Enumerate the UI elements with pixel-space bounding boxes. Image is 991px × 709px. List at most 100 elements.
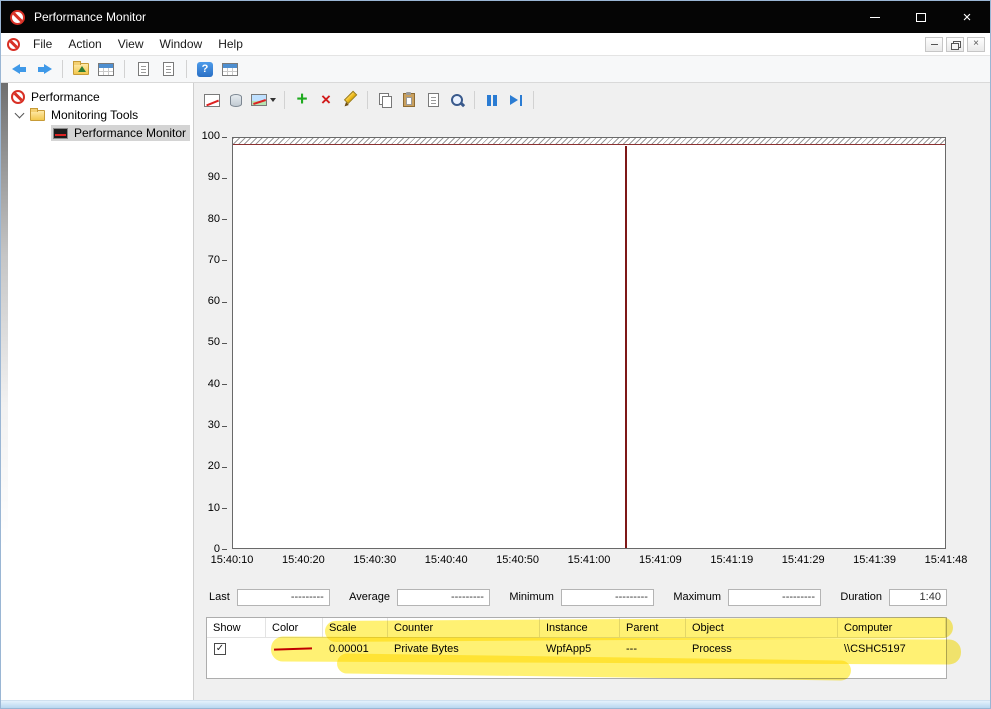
toolbar-separator xyxy=(62,60,63,78)
x-tick: 15:41:00 xyxy=(567,554,611,566)
properties-button[interactable] xyxy=(159,59,177,79)
help-button[interactable]: ? xyxy=(196,59,214,79)
window-title: Performance Monitor xyxy=(34,10,147,24)
menu-window[interactable]: Window xyxy=(152,34,211,54)
legend-col-parent[interactable]: Parent xyxy=(620,618,686,637)
delete-icon: × xyxy=(321,90,331,109)
log-data-icon xyxy=(230,93,242,107)
minimize-icon xyxy=(870,16,880,18)
last-value: --------- xyxy=(236,588,330,606)
close-button[interactable]: × xyxy=(944,1,990,33)
menubar: File Action View Window Help × xyxy=(1,33,990,56)
mdi-restore-button[interactable] xyxy=(946,36,964,52)
mdi-minimize-button[interactable] xyxy=(925,36,943,52)
toolbar-separator xyxy=(124,60,125,78)
mdi-close-icon: × xyxy=(973,38,979,49)
export-list-button[interactable] xyxy=(134,59,152,79)
copy-properties-button[interactable] xyxy=(376,90,394,110)
forward-button[interactable] xyxy=(35,59,53,79)
x-tick: 15:40:30 xyxy=(353,554,397,566)
add-counter-button[interactable]: + xyxy=(293,90,311,110)
legend-header: Show Color Scale Counter Instance Parent… xyxy=(207,618,946,638)
panel-edge-shadow xyxy=(1,83,8,700)
x-tick: 15:40:10 xyxy=(210,554,254,566)
up-one-level-button[interactable] xyxy=(72,59,90,79)
mdi-minimize-icon xyxy=(930,43,938,45)
chart-y-axis: 100 90 80 70 60 50 40 30 20 10 0 xyxy=(195,130,228,556)
close-icon: × xyxy=(962,8,972,26)
minimize-button[interactable] xyxy=(852,1,898,33)
properties-icon xyxy=(427,93,439,107)
show-hide-console-tree-button[interactable] xyxy=(97,59,115,79)
y-tick: 20 xyxy=(208,460,228,473)
legend-col-computer[interactable]: Computer xyxy=(838,618,946,637)
menu-file[interactable]: File xyxy=(25,34,60,54)
legend-cell-counter: Private Bytes xyxy=(394,642,459,655)
new-window-button[interactable] xyxy=(221,59,239,79)
tree-item-monitoring-tools[interactable]: Monitoring Tools xyxy=(1,106,193,124)
maximum-label: Maximum xyxy=(673,591,721,603)
freeze-display-button[interactable] xyxy=(483,90,501,110)
view-log-data-button[interactable] xyxy=(227,90,245,110)
report-icon xyxy=(162,62,174,76)
change-graph-type-button[interactable] xyxy=(251,90,276,110)
paste-counter-list-button[interactable] xyxy=(400,90,418,110)
y-tick: 50 xyxy=(208,336,228,349)
main-toolbar: ? xyxy=(1,56,990,83)
menu-view[interactable]: View xyxy=(110,34,152,54)
legend-col-counter[interactable]: Counter xyxy=(388,618,540,637)
x-tick: 15:41:39 xyxy=(853,554,897,566)
average-label: Average xyxy=(349,591,390,603)
stat-minimum: Minimum --------- xyxy=(509,588,654,606)
legend-col-show[interactable]: Show xyxy=(207,618,266,637)
update-data-button[interactable] xyxy=(507,90,525,110)
back-button[interactable] xyxy=(10,59,28,79)
help-icon: ? xyxy=(197,61,213,77)
stats-row: Last --------- Average --------- Minimum… xyxy=(209,588,947,606)
counter-legend: Show Color Scale Counter Instance Parent… xyxy=(206,617,947,679)
maximize-button[interactable] xyxy=(898,1,944,33)
back-icon xyxy=(11,62,28,77)
highlight-button[interactable] xyxy=(341,90,359,110)
console-tree-panel: Performance Monitoring Tools Performance… xyxy=(1,83,194,700)
chevron-expanded-icon[interactable] xyxy=(14,108,25,119)
y-tick: 70 xyxy=(208,254,228,267)
toolbar-separator xyxy=(367,91,368,109)
legend-col-object[interactable]: Object xyxy=(686,618,838,637)
table-icon xyxy=(222,62,238,76)
tree-item-performance[interactable]: Performance xyxy=(1,88,193,106)
selected-tree-item: Performance Monitor xyxy=(51,125,191,141)
tree-item-performance-monitor[interactable]: Performance Monitor xyxy=(1,124,193,142)
toolbar-separator xyxy=(186,60,187,78)
average-value: --------- xyxy=(396,588,490,606)
maximum-value: --------- xyxy=(728,588,821,606)
tree-item-label: Monitoring Tools xyxy=(51,108,139,122)
delete-counter-button[interactable]: × xyxy=(317,90,335,110)
step-forward-icon xyxy=(510,94,522,106)
mdi-close-button[interactable]: × xyxy=(967,36,985,52)
legend-col-instance[interactable]: Instance xyxy=(540,618,620,637)
chart-x-axis: 15:40:10 15:40:20 15:40:30 15:40:40 15:4… xyxy=(211,554,968,568)
performance-root-icon xyxy=(11,90,25,104)
legend-col-scale[interactable]: Scale xyxy=(323,618,388,637)
menu-app-icon xyxy=(7,37,20,51)
view-current-activity-button[interactable] xyxy=(203,90,221,110)
menu-help[interactable]: Help xyxy=(210,34,251,54)
tree-item-label: Performance xyxy=(31,90,100,104)
show-checkbox[interactable]: ✓ xyxy=(214,642,226,655)
zoom-button[interactable] xyxy=(448,90,466,110)
legend-col-color[interactable]: Color xyxy=(266,618,323,637)
menu-action[interactable]: Action xyxy=(60,34,109,54)
counter-row[interactable]: ✓ 0.00001 Private Bytes WpfApp5 --- Proc… xyxy=(207,638,946,659)
y-tick: 60 xyxy=(208,295,228,308)
stat-maximum: Maximum --------- xyxy=(673,588,821,606)
properties-button[interactable] xyxy=(424,90,442,110)
x-tick: 15:41:29 xyxy=(781,554,825,566)
stat-average: Average --------- xyxy=(349,588,490,606)
legend-cell-scale: 0.00001 xyxy=(329,642,369,655)
tree-item-label: Performance Monitor xyxy=(74,126,187,140)
legend-cell-computer: \\CSHC5197 xyxy=(844,642,906,655)
chevron-down-icon xyxy=(270,98,276,102)
legend-cell-object: Process xyxy=(692,642,732,655)
duration-value: 1:40 xyxy=(888,588,947,606)
